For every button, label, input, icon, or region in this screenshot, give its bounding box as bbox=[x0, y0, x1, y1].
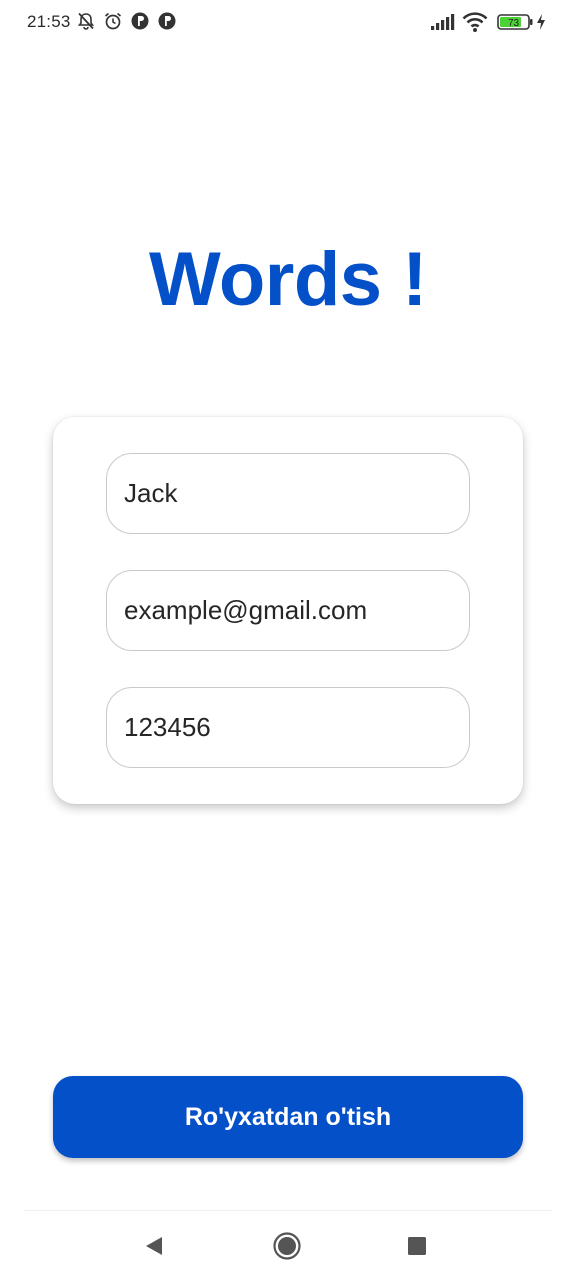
email-input[interactable] bbox=[124, 595, 454, 626]
register-button[interactable]: Ro'yxatdan o'tish bbox=[53, 1076, 523, 1158]
app-title: Words ! bbox=[149, 237, 427, 322]
password-field[interactable] bbox=[106, 687, 470, 768]
email-field[interactable] bbox=[106, 570, 470, 651]
recents-icon bbox=[408, 1237, 426, 1255]
bell-off-icon bbox=[77, 12, 95, 30]
app-notification-icon bbox=[131, 12, 149, 30]
alarm-icon bbox=[104, 12, 122, 30]
home-button[interactable] bbox=[270, 1229, 304, 1263]
registration-form-card bbox=[53, 417, 523, 804]
status-time: 21:53 bbox=[27, 12, 71, 31]
battery-icon: 73 bbox=[497, 14, 533, 30]
home-icon bbox=[273, 1232, 301, 1260]
navigation-bar bbox=[0, 1211, 576, 1280]
status-bar: 21:53 73 bbox=[0, 0, 576, 44]
back-button[interactable] bbox=[137, 1229, 171, 1263]
charging-icon bbox=[537, 14, 545, 30]
name-input[interactable] bbox=[124, 478, 454, 509]
back-icon bbox=[146, 1237, 162, 1255]
wifi-icon bbox=[462, 12, 488, 32]
signal-icon bbox=[431, 14, 455, 30]
recents-button[interactable] bbox=[400, 1229, 434, 1263]
name-field[interactable] bbox=[106, 453, 470, 534]
battery-level: 73 bbox=[508, 18, 520, 29]
app-notification-icon bbox=[158, 12, 176, 30]
password-input[interactable] bbox=[124, 712, 454, 743]
